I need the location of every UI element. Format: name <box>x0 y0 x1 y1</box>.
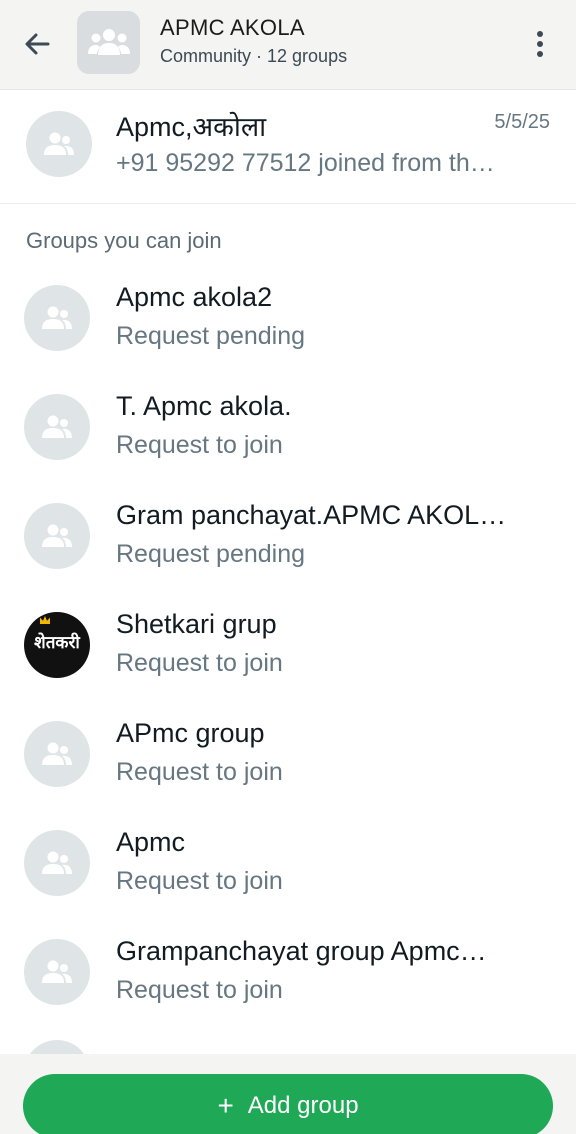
group-status: Request pending <box>116 540 306 568</box>
announcement-group-row[interactable]: Apmc,अकोला 5/5/25 +91 95292 77512 joined… <box>0 91 576 204</box>
group-avatar <box>24 830 90 896</box>
arrow-left-icon <box>25 33 50 55</box>
group-name: Gram panchayat.APMC AKOL… <box>116 500 507 530</box>
group-name: T. Apmc akola. <box>116 391 292 421</box>
group-avatar-image: शेतकरी <box>24 612 90 678</box>
group-name: Apmc <box>116 827 186 857</box>
group-status: Request to join <box>116 867 283 895</box>
group-name: Apmc akola2 <box>116 282 273 312</box>
people-icon <box>42 851 72 874</box>
group-status: Request to join <box>116 649 283 677</box>
group-row[interactable]: APmc group Request to join <box>0 708 576 817</box>
announcement-date: 5/5/25 <box>494 111 550 133</box>
group-avatar <box>24 394 90 460</box>
group-row[interactable]: Apmc akola2 Request pending <box>0 272 576 381</box>
people-icon <box>42 415 72 438</box>
group-avatar <box>24 721 90 787</box>
people-icon <box>42 742 72 765</box>
community-icon <box>88 29 130 55</box>
group-name: Shetkari grup <box>116 609 277 639</box>
plus-icon: + <box>217 1090 234 1121</box>
add-group-label: Add group <box>247 1092 359 1119</box>
top-app-bar: APMC AKOLA Community · 12 groups <box>0 0 576 90</box>
group-name: Grampanchayat group Apmc… <box>116 936 487 966</box>
people-icon <box>42 306 72 329</box>
group-row[interactable]: T. Apmc akola. Request to join <box>0 381 576 490</box>
group-avatar <box>24 285 90 351</box>
community-title[interactable]: APMC AKOLA <box>160 15 305 41</box>
add-group-button[interactable]: + Add group <box>23 1074 553 1134</box>
community-subtitle: Community · 12 groups <box>160 46 348 66</box>
group-status: Request to join <box>116 758 283 786</box>
group-status: Request to join <box>116 976 283 1004</box>
group-avatar <box>24 939 90 1005</box>
group-row[interactable]: Grampanchayat group Apmc… Request to joi… <box>0 926 576 1035</box>
announcement-preview: +91 95292 77512 joined from th… <box>116 149 495 177</box>
people-icon <box>42 960 72 983</box>
group-row[interactable]: शेतकरी Shetkari grup Request to join <box>0 599 576 708</box>
announcement-title: Apmc,अकोला <box>116 112 267 142</box>
crown-icon <box>40 616 50 624</box>
group-avatar <box>26 111 92 177</box>
bottom-action-bar: + Add group <box>0 1054 576 1134</box>
group-row[interactable]: Apmc Request to join <box>0 817 576 926</box>
group-status: Request pending <box>116 322 306 350</box>
people-icon <box>42 524 72 547</box>
avatar-logo-text: शेतकरी <box>34 633 80 653</box>
section-heading: Groups you can join <box>26 228 222 253</box>
group-row[interactable]: Gram panchayat.APMC AKOL… Request pendin… <box>0 490 576 599</box>
more-options-button[interactable] <box>524 26 556 62</box>
people-icon <box>44 132 74 155</box>
group-status: Request to join <box>116 431 283 459</box>
community-avatar[interactable] <box>77 11 140 74</box>
back-button[interactable] <box>18 24 58 64</box>
group-name: APmc group <box>116 718 265 748</box>
group-avatar <box>24 503 90 569</box>
